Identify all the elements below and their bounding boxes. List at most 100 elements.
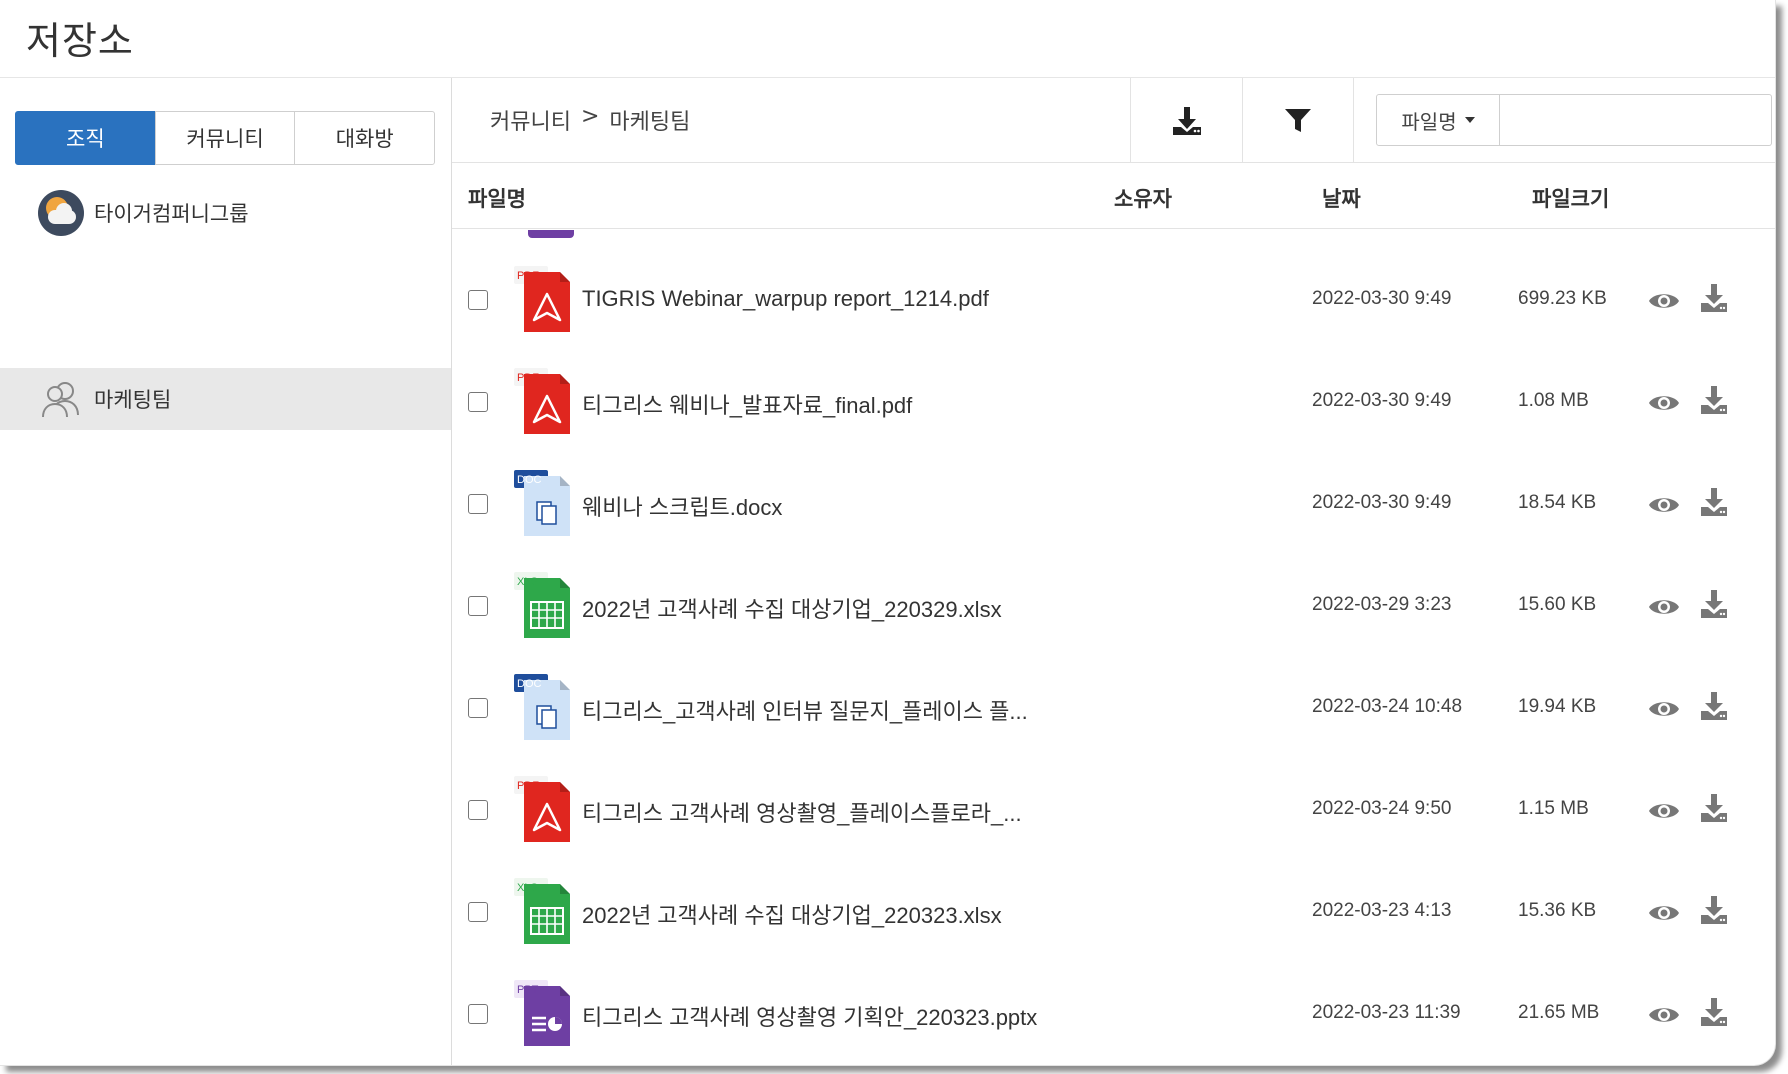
- organization-logo-icon: [38, 190, 84, 236]
- file-size: 19.94 KB: [1518, 696, 1597, 717]
- search-field-select[interactable]: 파일명: [1376, 94, 1500, 146]
- column-header-size[interactable]: 파일크기: [1532, 183, 1609, 213]
- tab-community[interactable]: 커뮤니티: [154, 111, 296, 165]
- storage-window: 저장소 조직 커뮤니티 대화방 타이거컴퍼니그룹 마케팅팀 커뮤니티 > 마케팅…: [0, 0, 1776, 1066]
- pdf-file-icon: PDF: [512, 366, 574, 436]
- file-name[interactable]: 티그리스 고객사례 영상촬영 기획안_220323.pptx: [582, 1000, 1082, 1032]
- doc-file-icon: DOC: [512, 672, 574, 742]
- file-name[interactable]: 티그리스_고객사례 인터뷰 질문지_플레이스 플...: [582, 694, 1082, 726]
- download-icon[interactable]: [1700, 895, 1728, 925]
- file-date: 2022-03-23 4:13: [1312, 900, 1452, 921]
- file-type-tag: DOC: [517, 474, 542, 486]
- search-input[interactable]: [1500, 94, 1772, 146]
- table-row[interactable]: PDF 티그리스 고객사례 영상촬영_플레이스플로라_... 2022-03-24 …: [452, 760, 1775, 862]
- file-name[interactable]: 티그리스 웨비나_발표자료_final.pdf: [582, 388, 1082, 420]
- row-checkbox[interactable]: [468, 494, 488, 514]
- eye-icon[interactable]: [1648, 798, 1680, 824]
- xls-file-icon: XLS: [512, 570, 574, 640]
- file-list: PDF TIGRIS Webinar_warpup report_1214.pdf…: [452, 230, 1775, 1065]
- eye-icon[interactable]: [1648, 900, 1680, 926]
- table-header: 파일명 소유자 날짜 파일크기: [452, 163, 1775, 229]
- table-row[interactable]: DOC 웨비나 스크립트.docx 2022-03-30 9:49 18.54 KB: [452, 454, 1775, 556]
- download-icon[interactable]: [1700, 283, 1728, 313]
- file-date: 2022-03-30 9:49: [1312, 288, 1452, 309]
- eye-icon[interactable]: [1648, 390, 1680, 416]
- row-checkbox[interactable]: [468, 1004, 488, 1024]
- file-name[interactable]: 웨비나 스크립트.docx: [582, 490, 1082, 522]
- file-name[interactable]: 2022년 고객사례 수집 대상기업_220323.xlsx: [582, 898, 1082, 930]
- download-icon[interactable]: [1700, 793, 1728, 823]
- file-type-tag: PPT: [517, 984, 539, 996]
- download-icon[interactable]: [1700, 487, 1728, 517]
- search-field-label: 파일명: [1401, 109, 1457, 134]
- row-checkbox[interactable]: [468, 800, 488, 820]
- file-size: 699.23 KB: [1518, 288, 1607, 309]
- table-row[interactable]: PDF 티그리스 웨비나_발표자료_final.pdf 2022-03-30 9:4…: [452, 352, 1775, 454]
- eye-icon[interactable]: [1648, 288, 1680, 314]
- file-size: 1.08 MB: [1518, 390, 1589, 411]
- download-icon[interactable]: [1700, 589, 1728, 619]
- download-button[interactable]: [1130, 78, 1242, 163]
- sidebar-item-marketing-team[interactable]: 마케팅팀: [0, 368, 451, 430]
- file-date: 2022-03-24 10:48: [1312, 696, 1463, 717]
- eye-icon[interactable]: [1648, 492, 1680, 518]
- column-header-date[interactable]: 날짜: [1322, 183, 1361, 213]
- table-row[interactable]: DOC 티그리스_고객사례 인터뷰 질문지_플레이스 플... 2022-03-24…: [452, 658, 1775, 760]
- file-size: 18.54 KB: [1518, 492, 1597, 513]
- eye-icon[interactable]: [1648, 1002, 1680, 1028]
- column-header-name[interactable]: 파일명: [468, 183, 526, 213]
- filter-icon: [1285, 108, 1311, 132]
- table-row[interactable]: XLS 2022년 고객사례 수집 대상기업_220323.xlsx 2022-03…: [452, 862, 1775, 964]
- row-checkbox[interactable]: [468, 392, 488, 412]
- download-icon[interactable]: [1700, 997, 1728, 1027]
- download-icon: [1172, 106, 1201, 135]
- breadcrumb: 커뮤니티 > 마케팅팀: [490, 104, 690, 136]
- column-header-owner[interactable]: 소유자: [1114, 183, 1172, 213]
- table-row[interactable]: PPT 티그리스 고객사례 영상촬영 기획안_220323.pptx 2022-03…: [452, 964, 1775, 1065]
- file-date: 2022-03-29 3:23: [1312, 594, 1452, 615]
- table-row[interactable]: PDF TIGRIS Webinar_warpup report_1214.pdf…: [452, 250, 1775, 352]
- sidebar: 조직 커뮤니티 대화방 타이거컴퍼니그룹 마케팅팀: [0, 78, 452, 1065]
- row-checkbox[interactable]: [468, 596, 488, 616]
- file-size: 1.15 MB: [1518, 798, 1589, 819]
- file-type-tag: XLS: [517, 576, 538, 588]
- row-checkbox[interactable]: [468, 290, 488, 310]
- file-name[interactable]: 티그리스 고객사례 영상촬영_플레이스플로라_...: [582, 796, 1082, 828]
- file-date: 2022-03-30 9:49: [1312, 390, 1452, 411]
- breadcrumb-separator: >: [580, 104, 600, 129]
- toolbar: 커뮤니티 > 마케팅팀 파일명: [452, 78, 1775, 163]
- organization-name: 타이거컴퍼니그룹: [94, 202, 249, 226]
- tab-chatroom[interactable]: 대화방: [294, 111, 436, 165]
- sidebar-item-organization[interactable]: 타이거컴퍼니그룹: [38, 188, 249, 238]
- file-size: 15.36 KB: [1518, 900, 1597, 921]
- download-icon[interactable]: [1700, 385, 1728, 415]
- filter-button[interactable]: [1242, 78, 1354, 163]
- ppt-file-icon: PPT: [512, 978, 574, 1048]
- breadcrumb-marketing-team[interactable]: 마케팅팀: [609, 104, 690, 136]
- tab-organization[interactable]: 조직: [15, 111, 156, 165]
- search-group: 파일명: [1376, 94, 1772, 146]
- row-checkbox[interactable]: [468, 902, 488, 922]
- file-name[interactable]: 2022년 고객사례 수집 대상기업_220329.xlsx: [582, 592, 1082, 624]
- app-title: 저장소: [26, 19, 134, 63]
- file-size: 21.65 MB: [1518, 1002, 1600, 1023]
- file-name[interactable]: TIGRIS Webinar_warpup report_1214.pdf: [582, 286, 1082, 312]
- download-icon[interactable]: [1700, 691, 1728, 721]
- sidebar-tabs: 조직 커뮤니티 대화방: [15, 111, 436, 165]
- row-checkbox[interactable]: [468, 698, 488, 718]
- doc-file-icon: DOC: [512, 468, 574, 538]
- file-date: 2022-03-23 11:39: [1312, 1002, 1461, 1023]
- breadcrumb-community[interactable]: 커뮤니티: [490, 104, 571, 136]
- eye-icon[interactable]: [1648, 594, 1680, 620]
- partial-file-icon: [528, 230, 574, 238]
- file-date: 2022-03-30 9:49: [1312, 492, 1452, 513]
- file-date: 2022-03-24 9:50: [1312, 798, 1452, 819]
- file-type-tag: DOC: [517, 678, 542, 690]
- file-size: 15.60 KB: [1518, 594, 1597, 615]
- eye-icon[interactable]: [1648, 696, 1680, 722]
- xls-file-icon: XLS: [512, 876, 574, 946]
- file-type-tag: PDF: [517, 270, 539, 282]
- file-type-tag: PDF: [517, 780, 539, 792]
- table-row[interactable]: XLS 2022년 고객사례 수집 대상기업_220329.xlsx 2022-03…: [452, 556, 1775, 658]
- main-panel: 커뮤니티 > 마케팅팀 파일명 파일명 소유자 날짜 파일크기 PDF TIGR…: [452, 78, 1775, 1065]
